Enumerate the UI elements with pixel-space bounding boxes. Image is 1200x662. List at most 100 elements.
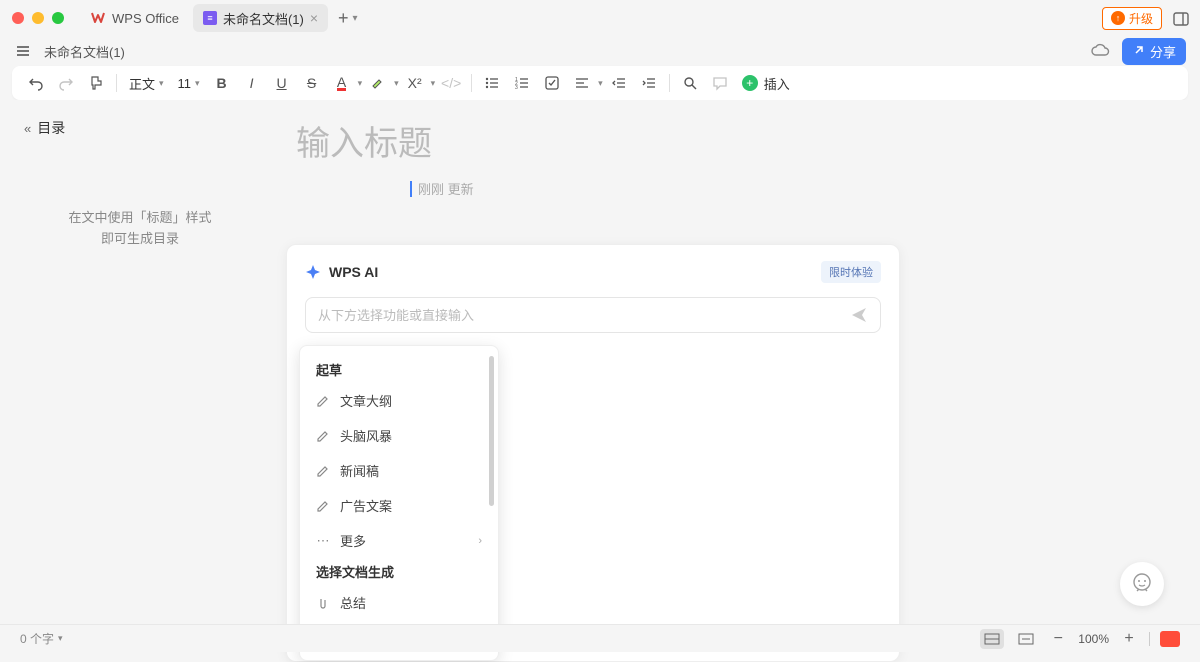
record-button[interactable]: [1160, 631, 1180, 647]
align-dropdown[interactable]: ▾: [598, 78, 603, 89]
toc-hint-line1: 在文中使用「标题」样式: [24, 208, 256, 229]
statusbar: 0 个字 ▾ − 100% +: [0, 624, 1200, 652]
outdent-button[interactable]: [605, 69, 633, 97]
zoom-out-button[interactable]: −: [1048, 629, 1068, 649]
document-bar: 未命名文档(1) 分享: [0, 36, 1200, 66]
checklist-button[interactable]: [538, 69, 566, 97]
highlight-dropdown[interactable]: ▾: [394, 78, 399, 89]
ai-item-more[interactable]: ⋯ 更多 ›: [300, 523, 498, 558]
ai-item-label: 头脑风暴: [340, 426, 392, 445]
cloud-sync-button[interactable]: [1090, 41, 1110, 61]
toc-title: 目录: [37, 118, 65, 138]
view-mode-web[interactable]: [1014, 629, 1038, 649]
ai-menu: 起草 文章大纲 头脑风暴 新闻稿 广告文案: [299, 345, 499, 661]
minimize-window-button[interactable]: [32, 12, 44, 24]
undo-button[interactable]: [22, 69, 50, 97]
document-tab-label: 未命名文档(1): [223, 9, 304, 28]
insert-label: 插入: [764, 74, 790, 93]
strikethrough-button[interactable]: S: [298, 69, 326, 97]
document-area[interactable]: 输入标题 刚刚 更新 WPS AI 限时体验: [280, 100, 1186, 624]
ai-input-wrap[interactable]: [305, 297, 881, 333]
send-button[interactable]: [850, 306, 868, 324]
assistant-float-button[interactable]: [1120, 562, 1164, 606]
ai-item-outline[interactable]: 文章大纲: [300, 383, 498, 418]
ai-item-brainstorm[interactable]: 头脑风暴: [300, 418, 498, 453]
highlight-button[interactable]: [364, 69, 392, 97]
share-button[interactable]: 分享: [1122, 38, 1186, 65]
view-mode-page[interactable]: [980, 629, 1004, 649]
ai-item-summary[interactable]: 总结: [300, 585, 498, 620]
chevron-right-icon: ›: [478, 535, 482, 547]
font-size-value: 11: [178, 76, 192, 91]
close-tab-button[interactable]: ×: [310, 10, 318, 26]
find-button[interactable]: [676, 69, 704, 97]
word-count[interactable]: 0 个字 ▾: [20, 630, 63, 647]
ai-panel: WPS AI 限时体验 起草 文章大纲 头脑风暴: [286, 244, 900, 662]
ai-more-label: 更多: [340, 531, 366, 550]
ai-section-draft: 起草: [300, 356, 498, 383]
toc-hint-line2: 即可生成目录: [24, 229, 256, 250]
italic-button[interactable]: I: [238, 69, 266, 97]
wps-ai-icon: [305, 264, 321, 280]
chevron-down-icon: ▾: [159, 78, 164, 89]
bold-button[interactable]: B: [208, 69, 236, 97]
plus-icon: +: [742, 75, 758, 91]
clip-icon: [316, 596, 330, 610]
ai-item-label: 文章大纲: [340, 391, 392, 410]
ai-item-ad[interactable]: 广告文案: [300, 488, 498, 523]
document-name[interactable]: 未命名文档(1): [44, 42, 125, 61]
ai-item-news[interactable]: 新闻稿: [300, 453, 498, 488]
ai-section-select: 选择文档生成: [300, 558, 498, 585]
upgrade-button[interactable]: ↑ 升级: [1102, 7, 1162, 30]
timestamp-text: 刚刚 更新: [418, 179, 474, 198]
document-tab[interactable]: ≡ 未命名文档(1) ×: [193, 4, 328, 32]
outline-sidebar: « 目录 在文中使用「标题」样式 即可生成目录: [0, 100, 280, 624]
dots-icon: ⋯: [316, 534, 330, 548]
comment-button[interactable]: [706, 69, 734, 97]
ai-item-label: 总结: [340, 593, 366, 612]
side-panel-button[interactable]: [1172, 10, 1188, 26]
titlebar: WPS Office ≡ 未命名文档(1) × + ▾ ↑ 升级: [0, 0, 1200, 36]
tab-dropdown-button[interactable]: ▾: [353, 13, 358, 24]
zoom-level[interactable]: 100%: [1078, 632, 1109, 646]
document-icon: ≡: [203, 11, 217, 25]
title-input[interactable]: 输入标题: [296, 116, 1186, 165]
align-button[interactable]: [568, 69, 596, 97]
pencil-icon: [316, 499, 330, 513]
pencil-icon: [316, 464, 330, 478]
superscript-button[interactable]: X²: [401, 69, 429, 97]
numbered-list-button[interactable]: 123: [508, 69, 536, 97]
ai-badge: 限时体验: [821, 261, 881, 283]
ai-input[interactable]: [318, 308, 850, 323]
ai-item-label: 广告文案: [340, 496, 392, 515]
home-tab-label: WPS Office: [112, 11, 179, 26]
new-tab-button[interactable]: +: [338, 8, 349, 29]
format-painter-button[interactable]: [82, 69, 110, 97]
redo-button[interactable]: [52, 69, 80, 97]
paragraph-style-label: 正文: [129, 74, 155, 93]
collapse-toc-button[interactable]: «: [24, 121, 31, 136]
pencil-icon: [316, 429, 330, 443]
paragraph-style-select[interactable]: 正文 ▾: [123, 74, 170, 93]
close-window-button[interactable]: [12, 12, 24, 24]
script-dropdown[interactable]: ▾: [431, 78, 436, 89]
indent-button[interactable]: [635, 69, 663, 97]
font-color-dropdown[interactable]: ▾: [358, 78, 363, 89]
upgrade-label: 升级: [1129, 10, 1153, 27]
home-tab[interactable]: WPS Office: [80, 4, 189, 32]
bullet-list-button[interactable]: [478, 69, 506, 97]
maximize-window-button[interactable]: [52, 12, 64, 24]
underline-button[interactable]: U: [268, 69, 296, 97]
font-size-select[interactable]: 11 ▾: [172, 76, 206, 91]
ai-item-label: 新闻稿: [340, 461, 379, 480]
window-controls: [12, 12, 64, 24]
upgrade-icon: ↑: [1111, 11, 1125, 25]
insert-button[interactable]: + 插入: [742, 74, 790, 93]
chevron-down-icon: ▾: [58, 633, 63, 644]
toolbar: 正文 ▾ 11 ▾ B I U S A ▾ ▾ X² ▾ </> 123 ▾ +…: [12, 66, 1188, 100]
toc-hint: 在文中使用「标题」样式 即可生成目录: [24, 208, 256, 250]
zoom-in-button[interactable]: +: [1119, 629, 1139, 649]
code-button[interactable]: </>: [437, 69, 465, 97]
font-color-button[interactable]: A: [328, 69, 356, 97]
menu-button[interactable]: [14, 42, 32, 60]
